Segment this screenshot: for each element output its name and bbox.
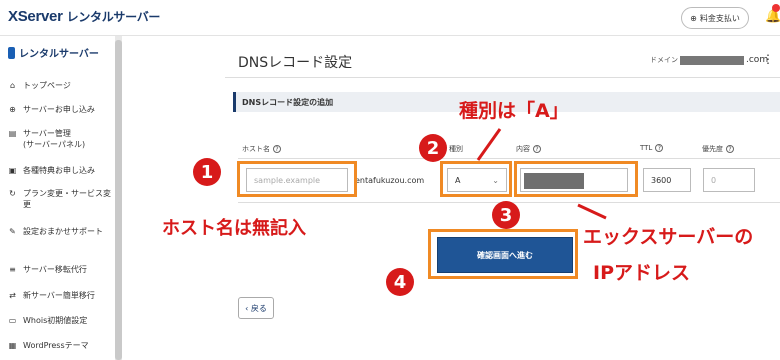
content-column-label: 内容? — [516, 144, 541, 154]
home-icon: ⌂ — [9, 81, 16, 90]
more-menu-icon[interactable]: ⋮ — [762, 52, 774, 66]
step-number-2: 2 — [419, 134, 447, 162]
sidebar-item-migration[interactable]: ≡ サーバー移転代行 — [8, 264, 87, 275]
refresh-icon: ↻ — [9, 189, 16, 198]
sidebar-title[interactable]: レンタルサーバー — [8, 45, 99, 60]
move-icon: ⇄ — [9, 291, 16, 300]
sidebar-item-support[interactable]: ✎ 設定おまかせサポート — [8, 226, 112, 237]
host-domain-suffix: entafukuzou.com — [355, 176, 425, 185]
layout-icon: ▦ — [8, 341, 17, 350]
help-icon[interactable]: ? — [726, 145, 734, 153]
sidebar-item-label: プラン変更・サービス変更 — [23, 189, 111, 209]
pointer-line — [577, 203, 607, 220]
sidebar-item-easy-move[interactable]: ⇄ 新サーバー簡単移行 — [8, 290, 95, 301]
help-icon[interactable]: ? — [655, 144, 664, 152]
ttl-label: TTL — [640, 144, 653, 152]
host-column-label: ホスト名? — [242, 144, 281, 154]
host-label: ホスト名 — [242, 145, 270, 153]
notification-badge — [772, 4, 780, 12]
step-number-1: 1 — [193, 158, 221, 186]
doc-icon: ▭ — [8, 316, 17, 325]
sidebar-item-label: サーバーお申し込み — [23, 105, 95, 114]
list-icon: ≡ — [9, 265, 16, 274]
sidebar-item-label: トップページ — [23, 81, 71, 90]
sidebar-scroll-thumb[interactable] — [115, 40, 122, 360]
highlight-host — [237, 161, 357, 197]
divider — [238, 158, 780, 159]
highlight-type — [440, 161, 512, 197]
ttl-column-label: TTL? — [640, 144, 664, 152]
sidebar-item-plan-change[interactable]: ↻ プラン変更・サービス変更 — [8, 188, 112, 210]
help-icon[interactable]: ? — [273, 145, 281, 153]
top-bar: XServer レンタルサーバー ⊕ 料金支払い 🔔 — [0, 0, 780, 36]
type-column-label: 種別 — [449, 144, 463, 154]
help-icon[interactable]: ? — [533, 145, 541, 153]
sidebar-item-order[interactable]: ⊕ サーバーお申し込み — [8, 104, 95, 115]
type-label: 種別 — [449, 145, 463, 153]
highlight-content — [514, 161, 638, 197]
plus-icon: ⊕ — [9, 105, 16, 114]
priority-input[interactable]: 0 — [703, 168, 755, 192]
ttl-input[interactable]: 3600 — [643, 168, 691, 192]
sidebar-title-label: レンタルサーバー — [19, 49, 99, 60]
step-number-3: 3 — [492, 201, 520, 229]
server-brand-icon — [8, 46, 15, 59]
sidebar: レンタルサーバー ⌂ トップページ ⊕ サーバーお申し込み ▤ サーバー管理 (… — [0, 36, 122, 360]
gift-icon: ▣ — [8, 166, 17, 175]
server-icon: ▤ — [8, 129, 17, 138]
logo-main: XServer — [8, 8, 63, 25]
sidebar-item-whois[interactable]: ▭ Whois初期値設定 — [8, 315, 88, 326]
ip-note-line2: IPアドレス — [593, 262, 690, 284]
payment-label: 料金支払い — [699, 13, 740, 23]
back-button[interactable]: ‹ 戻る — [238, 297, 274, 319]
wrench-icon: ✎ — [9, 227, 16, 236]
sidebar-item-label: Whois初期値設定 — [23, 316, 88, 325]
sidebar-item-label: サーバー管理 (サーバーパネル) — [23, 129, 86, 149]
yen-icon: ⊕ — [690, 13, 697, 23]
logo-sub: レンタルサーバー — [66, 10, 161, 24]
type-note: 種別は「A」 — [459, 100, 569, 122]
pointer-line — [476, 128, 502, 161]
priority-column-label: 優先度? — [702, 144, 734, 154]
priority-label: 優先度 — [702, 145, 723, 153]
sidebar-item-label: 新サーバー簡単移行 — [23, 291, 95, 300]
divider — [225, 77, 780, 78]
sidebar-item-label: 設定おまかせサポート — [23, 227, 103, 236]
sidebar-item-label: サーバー移転代行 — [23, 265, 87, 274]
sidebar-item-label: 各種特典お申し込み — [23, 166, 95, 175]
sidebar-item-server-panel[interactable]: ▤ サーバー管理 (サーバーパネル) — [8, 128, 85, 150]
content-label: 内容 — [516, 145, 530, 153]
sidebar-item-top[interactable]: ⌂ トップページ — [8, 80, 71, 91]
payment-button[interactable]: ⊕ 料金支払い — [681, 7, 749, 29]
domain-redacted — [680, 55, 744, 65]
xserver-logo[interactable]: XServer レンタルサーバー — [8, 8, 160, 25]
domain-label: ドメイン .com — [650, 55, 768, 65]
host-note: ホスト名は無記入 — [162, 218, 306, 239]
highlight-confirm — [428, 229, 578, 279]
ip-note-line1: エックスサーバーの — [583, 226, 754, 248]
sidebar-item-wp-theme[interactable]: ▦ WordPressテーマ — [8, 340, 89, 351]
domain-prefix: ドメイン — [650, 56, 678, 64]
sidebar-item-benefits[interactable]: ▣ 各種特典お申し込み — [8, 165, 95, 176]
step-number-4: 4 — [386, 268, 414, 296]
sidebar-item-label: WordPressテーマ — [23, 341, 89, 350]
page-title: DNSレコード設定 — [238, 55, 353, 71]
